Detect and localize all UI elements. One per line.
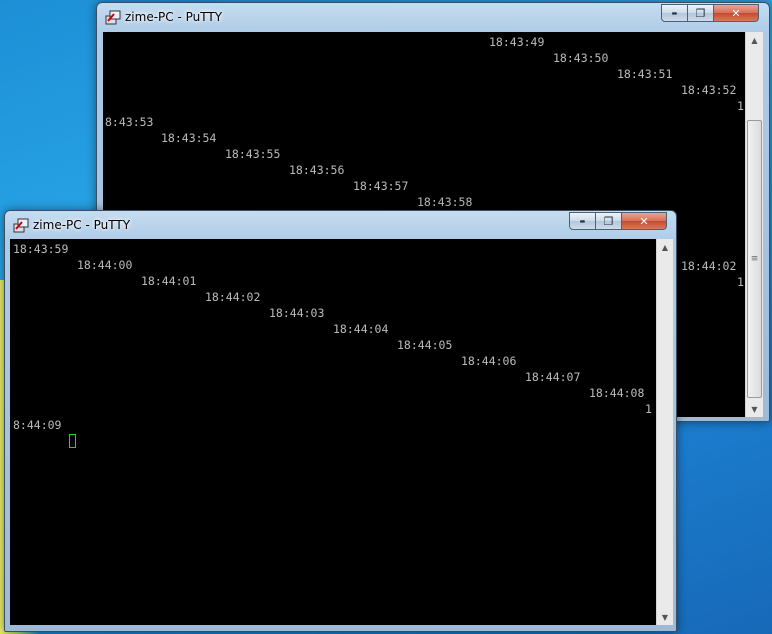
scroll-down-arrow-icon[interactable]: ▼ xyxy=(746,401,763,417)
terminal-area[interactable]: 18:43:59 18:44:00 18:44:01 18:44:02 18:4… xyxy=(10,239,656,625)
close-icon: ✕ xyxy=(639,214,649,228)
terminal-line: 18:43:51 xyxy=(617,67,673,81)
terminal-line: 18:43:52 xyxy=(681,83,737,97)
terminal-line: 18:43:54 xyxy=(161,131,217,145)
putty-icon xyxy=(105,10,121,25)
terminal-line: 18:43:50 xyxy=(553,51,609,65)
title-bar[interactable]: zime-PC - PuTTY ▬ ❐ ✕ xyxy=(5,211,676,241)
putty-window-front[interactable]: zime-PC - PuTTY ▬ ❐ ✕ 18:43:59 18:44:00 … xyxy=(4,210,677,632)
window-title: zime-PC - PuTTY xyxy=(125,10,223,24)
close-button[interactable]: ✕ xyxy=(714,4,759,22)
putty-icon xyxy=(13,218,29,233)
terminal-line: 18:44:07 xyxy=(525,370,581,384)
terminal-line: 8:43:53 xyxy=(105,115,154,129)
vertical-scrollbar[interactable]: ▲ ≡ ▼ xyxy=(745,32,763,417)
terminal-line: 18:44:02 xyxy=(681,259,737,273)
terminal-line: 8:44:09 xyxy=(13,418,62,432)
terminal-line: 18:44:00 xyxy=(77,258,133,272)
close-icon: ✕ xyxy=(731,6,741,20)
caption-buttons: ▬ ❐ ✕ xyxy=(569,212,667,231)
maximize-icon: ❐ xyxy=(603,214,614,228)
minimize-icon: ▬ xyxy=(579,217,586,225)
terminal-line: 18:43:59 xyxy=(13,242,69,256)
terminal-line: 18:43:57 xyxy=(353,179,409,193)
caption-buttons: ▬ ❐ ✕ xyxy=(661,4,759,23)
terminal-line: 18:44:08 xyxy=(589,386,645,400)
terminal-line: 1 xyxy=(737,99,744,113)
terminal-line: 18:44:04 xyxy=(333,322,389,336)
terminal-line: 18:43:56 xyxy=(289,163,345,177)
terminal-line: 18:43:49 xyxy=(489,35,545,49)
close-button[interactable]: ✕ xyxy=(622,212,667,230)
terminal-line: 18:44:01 xyxy=(141,274,197,288)
scroll-down-arrow-icon[interactable]: ▼ xyxy=(657,609,673,625)
terminal-line: 1 xyxy=(645,402,652,416)
maximize-button[interactable]: ❐ xyxy=(688,4,714,22)
terminal-line: 18:44:02 xyxy=(205,290,261,304)
maximize-button[interactable]: ❐ xyxy=(596,212,622,230)
minimize-icon: ▬ xyxy=(671,9,678,17)
terminal-line: 18:44:05 xyxy=(397,338,453,352)
scroll-thumb[interactable]: ≡ xyxy=(747,120,762,398)
maximize-icon: ❐ xyxy=(695,6,706,20)
minimize-button[interactable]: ▬ xyxy=(569,212,596,230)
terminal-line: 18:43:55 xyxy=(225,147,281,161)
text-cursor xyxy=(69,434,76,448)
vertical-scrollbar[interactable]: ▲ ▼ xyxy=(656,239,673,625)
terminal-line: 18:44:06 xyxy=(461,354,517,368)
terminal-line: 18:43:58 xyxy=(417,195,473,209)
scroll-up-arrow-icon[interactable]: ▲ xyxy=(657,239,673,255)
minimize-button[interactable]: ▬ xyxy=(661,4,688,22)
window-title: zime-PC - PuTTY xyxy=(33,218,131,232)
title-bar[interactable]: zime-PC - PuTTY ▬ ❐ ✕ xyxy=(97,3,769,33)
terminal-line: 18:44:03 xyxy=(269,306,325,320)
scroll-up-arrow-icon[interactable]: ▲ xyxy=(746,32,763,48)
terminal-line: 1 xyxy=(737,275,744,289)
